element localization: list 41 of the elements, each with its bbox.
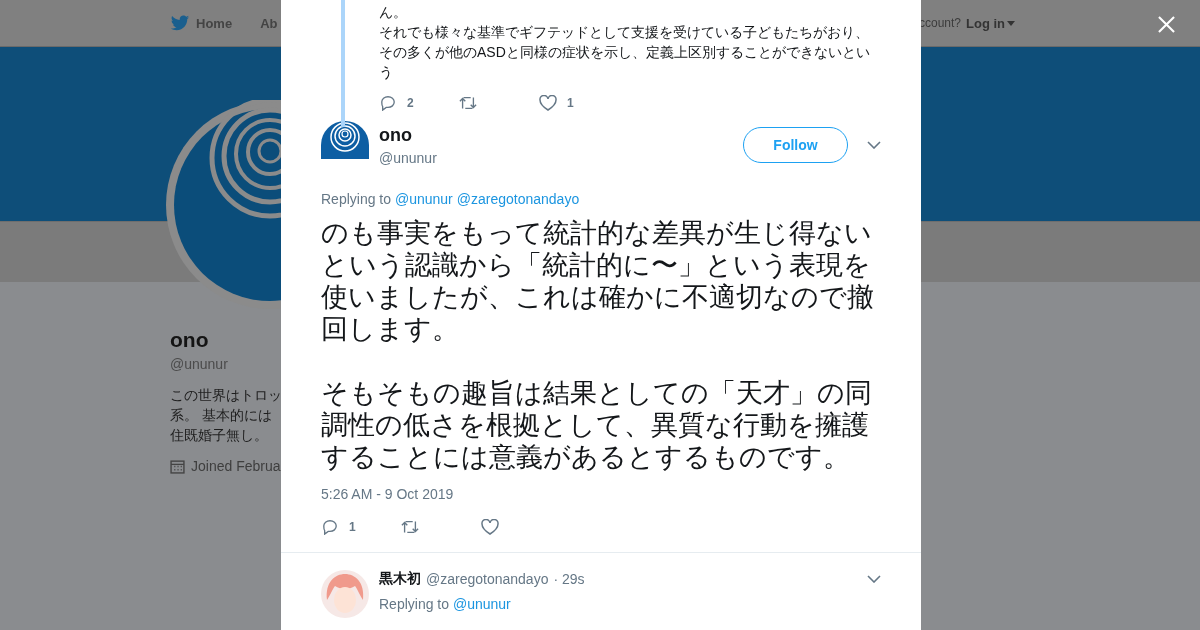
close-icon[interactable]: [1158, 16, 1175, 33]
chevron-down-icon[interactable]: [867, 141, 881, 149]
reply-count: 2: [407, 96, 414, 110]
mention-link[interactable]: @zaregotonandayo: [456, 191, 580, 207]
heart-icon[interactable]: [539, 95, 557, 111]
reply-icon[interactable]: [321, 519, 339, 535]
like-count: 1: [567, 96, 574, 110]
author-handle[interactable]: @zaregotonandayo: [426, 571, 549, 587]
reply-icon[interactable]: [379, 95, 397, 111]
replying-to-text: Replying to @ununur: [379, 596, 512, 612]
profile-handle: @ununur: [170, 356, 228, 372]
chevron-down-icon[interactable]: [867, 575, 881, 583]
profile-name: ono: [170, 328, 209, 352]
calendar-icon: [170, 458, 185, 474]
retweet-icon[interactable]: [401, 519, 419, 535]
avatar: [321, 570, 369, 618]
bird-icon: [170, 14, 190, 32]
login-link[interactable]: Log in: [966, 15, 1015, 31]
tweet-text: それでも様々な基準でギフテッドとして支援を受けている子どもたちがおり、その多くが他のASDと同様の症状を示し、定義上区別することができないという: [379, 23, 871, 82]
bio-line: 住既婚子無し。: [170, 427, 268, 445]
author-handle[interactable]: @ununur: [379, 149, 743, 166]
tweet-text: ん。: [379, 3, 408, 22]
nav-link[interactable]: Home: [170, 14, 233, 32]
tweet-text: そもそもの趣旨は結果としての「天才」の同調性の低さを根拠として、異質な行動を擁護することには意義があるとするものです。: [321, 377, 873, 473]
bio-line: この世界はトロッ: [170, 387, 282, 405]
bio-line: 系。 基本的には: [170, 407, 272, 425]
caret-icon: [1007, 20, 1015, 26]
mention-link[interactable]: @ununur: [452, 596, 511, 612]
mention-link[interactable]: @ununur: [394, 191, 453, 207]
tweet-age[interactable]: · 29s: [553, 571, 585, 587]
joined-date: Joined Februa: [191, 458, 281, 474]
tweet-text: のも事実をもって統計的な差異が生じ得ないという認識から「統計的に〜」という表現を使いましたが、これは確かに不適切なので撤回します。: [321, 217, 875, 345]
tweet-timestamp[interactable]: 5:26 AM - 9 Oct 2019: [321, 486, 881, 502]
author-name[interactable]: 黒木初: [379, 570, 421, 588]
author-name[interactable]: ono: [379, 124, 743, 146]
follow-button[interactable]: Follow: [743, 127, 848, 163]
heart-icon[interactable]: [481, 519, 499, 535]
nav-link[interactable]: Ab: [260, 14, 278, 32]
retweet-icon[interactable]: [459, 95, 477, 111]
reply-count: 1: [349, 520, 356, 534]
replying-to-text: Replying to @ununur @zaregotonandayo: [321, 191, 581, 207]
